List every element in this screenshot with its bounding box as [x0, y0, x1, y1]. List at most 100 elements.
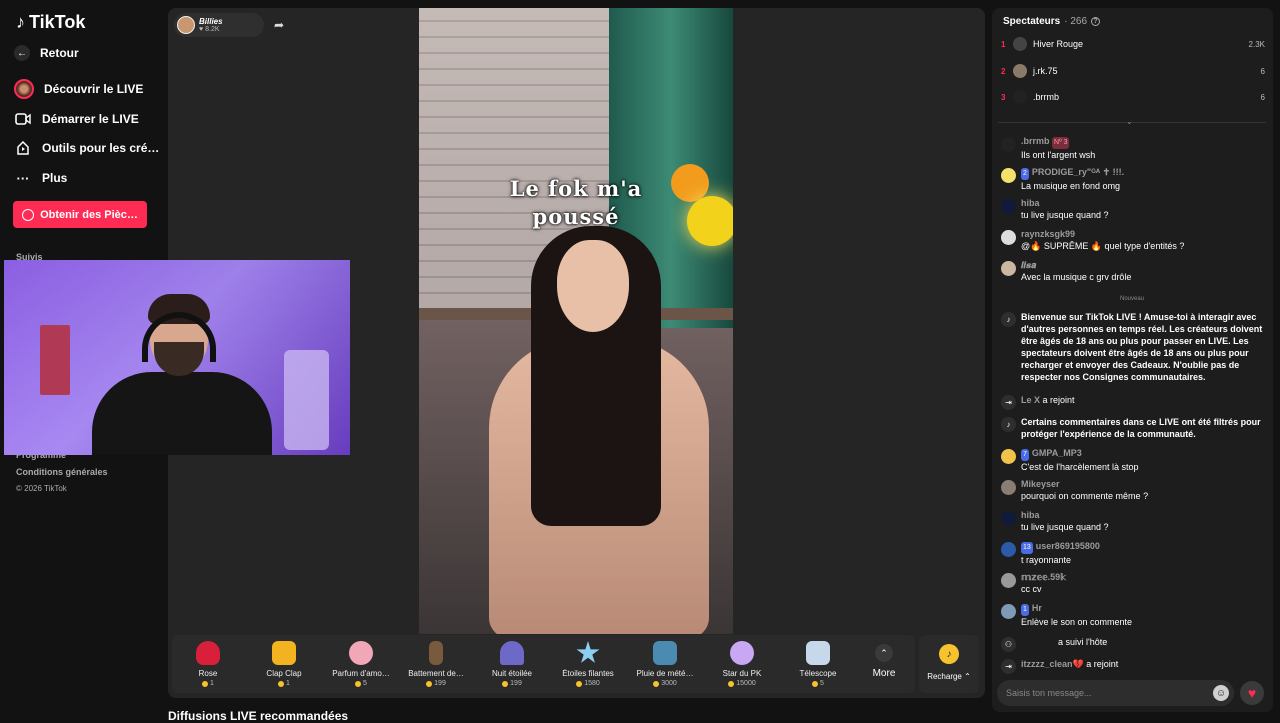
chat-avatar[interactable] — [1001, 449, 1016, 464]
avatar-icon — [14, 79, 34, 99]
gift-price: 1 — [170, 680, 246, 687]
gift-telescope[interactable]: Télescope 5 — [780, 641, 856, 687]
coin-icon — [728, 680, 735, 687]
recharge-button[interactable]: ♪ Recharge ⌃ — [919, 635, 979, 693]
get-coins-button[interactable]: Obtenir des Pièc… — [13, 201, 147, 228]
join-username[interactable]: itzzzz_clean💔 — [1021, 659, 1084, 669]
arrow-left-icon: ← — [14, 45, 30, 61]
gift-clap-clap[interactable]: Clap Clap 1 — [246, 641, 322, 687]
viewers-count: · 266 — [1064, 16, 1088, 27]
meteor-shower-icon — [653, 641, 677, 665]
chat-avatar[interactable] — [1001, 199, 1016, 214]
gift-name: Étoiles filantes — [562, 669, 614, 678]
gift-heartbeat[interactable]: Battement de… 199 — [398, 641, 474, 687]
perfume-icon — [349, 641, 373, 665]
host-likes: ♥ 8.2K — [199, 26, 220, 33]
chat-avatar[interactable] — [1001, 511, 1016, 526]
sidebar-item-label: Démarrer le LIVE — [42, 112, 139, 126]
gift-price: 5 — [780, 680, 856, 687]
gift-price-value: 3000 — [661, 680, 677, 687]
coin-icon — [278, 680, 285, 687]
gift-name: Rose — [198, 669, 218, 678]
chat-avatar[interactable] — [1001, 137, 1016, 152]
host-likes-count: 8.2K — [205, 26, 220, 33]
live-video[interactable]: Le fok m'a poussé — [419, 8, 733, 634]
chat-username[interactable]: 𝒍𝒊𝒔𝒂 — [1021, 260, 1036, 270]
copyright: © 2026 TikTok — [16, 484, 67, 493]
gift-starry-night[interactable]: Nuit étoilée 199 — [474, 641, 550, 687]
chevron-down-icon[interactable]: ⌄ — [1126, 117, 1133, 126]
coin-icon — [653, 680, 660, 687]
chat-message: .brrmb Nº 3 Ils ont l'argent wsh — [1001, 135, 1269, 161]
join-text: a rejoint — [1086, 659, 1119, 669]
viewers-header[interactable]: Spectateurs · 266 ? — [1003, 16, 1101, 27]
like-heart-button[interactable]: ♥ — [1240, 681, 1264, 705]
footer-link-terms[interactable]: Conditions générales — [16, 467, 108, 477]
sidebar-item-creator-tools[interactable]: Outils pour les cré… — [14, 139, 159, 157]
gift-perfume[interactable]: Parfum d'amo… 5 — [323, 641, 399, 687]
viewer-avatar — [1013, 37, 1027, 51]
chat-username[interactable]: 𝕞𝕫𝕖𝕖.59𝕜 — [1021, 572, 1066, 582]
info-icon[interactable]: ? — [1091, 17, 1101, 26]
chat-input[interactable]: Saisis ton message... — [997, 680, 1234, 706]
chat-username[interactable]: .brrmb — [1021, 136, 1050, 146]
top-viewer-row[interactable]: 2 j.rk.75 6 — [1001, 62, 1265, 80]
clap-icon — [272, 641, 296, 665]
gift-price-value: 199 — [434, 680, 446, 687]
viewer-name: Hiver Rouge — [1033, 39, 1084, 49]
more-dots-icon: ··· — [16, 170, 30, 186]
sidebar-item-more[interactable]: ··· Plus — [14, 169, 68, 187]
gift-price-value: 1580 — [584, 680, 600, 687]
chat-username[interactable]: hiba — [1021, 510, 1040, 520]
chat-username[interactable]: user869195800 — [1036, 541, 1100, 551]
chat-username[interactable]: raynzksgk99 — [1021, 229, 1075, 239]
gift-pk-star[interactable]: Star du PK 15000 — [704, 641, 780, 687]
chat-avatar[interactable] — [1001, 542, 1016, 557]
chat-username[interactable]: hiba — [1021, 198, 1040, 208]
chat-avatar[interactable] — [1001, 604, 1016, 619]
chat-username[interactable]: Hr — [1032, 603, 1042, 613]
coin-icon — [22, 208, 35, 221]
gift-meteor-shower[interactable]: Pluie de mété… 3000 — [627, 641, 703, 687]
join-icon: ⇥ — [1001, 395, 1016, 410]
gift-rose[interactable]: Rose 1 — [170, 641, 246, 687]
sidebar-item-start-live[interactable]: Démarrer le LIVE — [14, 110, 139, 128]
gift-price: 1 — [246, 680, 322, 687]
gift-price: 1580 — [550, 680, 626, 687]
host-profile[interactable]: Billies ♥ 8.2K — [174, 13, 264, 37]
telescope-icon — [806, 641, 830, 665]
chat-username[interactable]: PRODIGE_ry"ᴳᴬ ✝ !!!. — [1032, 167, 1124, 177]
top-viewer-row[interactable]: 3 .brrmb 6 — [1001, 88, 1265, 106]
share-icon[interactable]: ➦ — [268, 15, 290, 35]
chat-message: 𝕞𝕫𝕖𝕖.59𝕜 cc cv — [1001, 571, 1269, 595]
logo-text: TikTok — [29, 12, 86, 32]
sidebar-item-discover-live[interactable]: Découvrir le LIVE — [14, 79, 143, 99]
chat-username[interactable]: Mikeyser — [1021, 479, 1060, 489]
chat-username[interactable]: GMPA_MP3 — [1032, 448, 1082, 458]
more-gifts-button[interactable]: ⌃ More — [872, 644, 896, 679]
tiktok-logo[interactable]: ♪ TikTok — [16, 12, 85, 33]
join-username[interactable]: Le X — [1021, 395, 1040, 405]
chat-badge: 2 — [1021, 168, 1029, 180]
webcam-overlay — [4, 260, 350, 455]
user-plus-icon: ⚇ — [1001, 637, 1016, 652]
chat-badge: Nº 3 — [1052, 137, 1070, 149]
heartbeat-icon — [429, 641, 443, 665]
chat-avatar[interactable] — [1001, 261, 1016, 276]
top-viewer-row[interactable]: 1 Hiver Rouge 2.3K — [1001, 35, 1265, 53]
video-person-face — [557, 240, 629, 332]
emoji-icon[interactable]: ☺ — [1213, 685, 1229, 701]
webcam-cabinet — [40, 325, 70, 395]
chat-text: @🔥 SUPRÊME 🔥 quel type d'entités ? — [1021, 241, 1185, 251]
get-coins-label: Obtenir des Pièc… — [40, 208, 138, 221]
gift-price: 5 — [323, 680, 399, 687]
sidebar-item-label: Outils pour les cré… — [42, 141, 160, 155]
webcam-person-body — [92, 372, 272, 455]
tiktok-note-icon: ♪ — [16, 12, 25, 32]
chat-avatar[interactable] — [1001, 230, 1016, 245]
chat-avatar[interactable] — [1001, 168, 1016, 183]
chat-avatar[interactable] — [1001, 573, 1016, 588]
back-button[interactable]: ← Retour — [14, 45, 79, 61]
chat-avatar[interactable] — [1001, 480, 1016, 495]
gift-shooting-stars[interactable]: Étoiles filantes 1580 — [550, 641, 626, 687]
